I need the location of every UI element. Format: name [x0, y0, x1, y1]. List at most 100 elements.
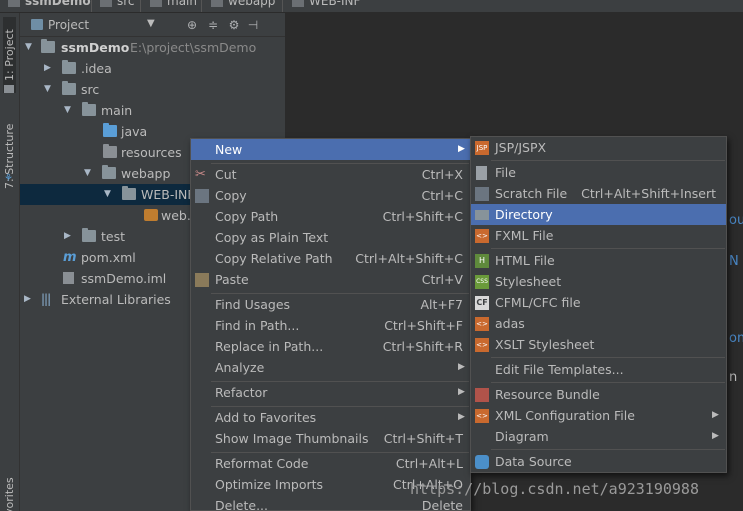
- folder-icon: [292, 0, 304, 7]
- menu-separator: [491, 449, 725, 450]
- context-menu: New ▶ ✂ Cut Ctrl+X Copy Ctrl+C Copy Path…: [190, 138, 471, 511]
- submenu-arrow-icon: ▶: [712, 431, 719, 441]
- submenu-item-directory[interactable]: Directory: [471, 204, 726, 225]
- project-icon: [31, 19, 43, 30]
- menu-item-copy-path[interactable]: Copy Path Ctrl+Shift+C: [191, 206, 470, 227]
- folder-icon: [150, 0, 162, 7]
- jsp-icon: JSP: [475, 141, 489, 155]
- menu-item-refactor[interactable]: Refactor ▶: [191, 382, 470, 403]
- menu-item-paste[interactable]: Paste Ctrl+V: [191, 269, 470, 290]
- menu-separator: [491, 357, 725, 358]
- collapse-icon[interactable]: ≑: [205, 17, 221, 33]
- folder-icon: [62, 81, 76, 95]
- breadcrumb-item-main[interactable]: main: [150, 0, 197, 8]
- copy-icon: [195, 189, 209, 203]
- menu-item-find-usages[interactable]: Find Usages Alt+F7: [191, 294, 470, 315]
- database-icon: [475, 455, 489, 469]
- maven-icon: m: [63, 250, 77, 265]
- panel-title: Project: [48, 18, 90, 32]
- menu-separator: [491, 382, 725, 383]
- submenu-item-edit-file-templates[interactable]: Edit File Templates...: [471, 359, 726, 380]
- collapsed-arrow-icon[interactable]: ▶: [44, 58, 51, 79]
- project-panel-header: Project ▼ ⊕ ≑ ⚙ ⊣: [20, 13, 285, 37]
- submenu-item-diagram[interactable]: Diagram ▶: [471, 426, 726, 447]
- submenu-item-adas[interactable]: <> adas: [471, 313, 726, 334]
- folder-icon: [82, 102, 96, 116]
- menu-item-reformat-code[interactable]: Reformat Code Ctrl+Alt+L: [191, 453, 470, 474]
- expanded-arrow-icon[interactable]: ▼: [64, 100, 71, 121]
- submenu-item-data-source[interactable]: Data Source: [471, 451, 726, 472]
- web-folder-icon: [102, 165, 116, 179]
- breadcrumb-item-ssmdemo[interactable]: ssmDemo: [8, 0, 91, 8]
- submenu-arrow-icon: ▶: [458, 144, 465, 154]
- watermark: https://blog.csdn.net/a923190988: [410, 480, 699, 498]
- submenu-arrow-icon: ▶: [458, 362, 465, 372]
- tab-project[interactable]: 1: Project: [3, 17, 16, 93]
- cfml-icon: CF: [475, 296, 489, 310]
- breadcrumb: ssmDemo src main webapp WEB-INF: [0, 0, 743, 13]
- menu-item-find-in-path[interactable]: Find in Path... Ctrl+Shift+F: [191, 315, 470, 336]
- submenu-item-scratch-file[interactable]: Scratch File Ctrl+Alt+Shift+Insert: [471, 183, 726, 204]
- tree-item-main[interactable]: ▼ main: [20, 100, 285, 121]
- css-icon: CSS: [475, 275, 489, 289]
- folder-icon: [62, 60, 76, 74]
- breadcrumb-item-webapp[interactable]: webapp: [211, 0, 275, 8]
- view-dropdown[interactable]: ▼: [147, 18, 155, 29]
- file-icon: [476, 166, 487, 180]
- expanded-arrow-icon[interactable]: ▼: [104, 184, 111, 205]
- resource-bundle-icon: [475, 388, 489, 402]
- scratch-file-icon: [475, 187, 489, 201]
- fxml-icon: <>: [475, 229, 489, 243]
- menu-item-copy-as-plain-text[interactable]: Copy as Plain Text: [191, 227, 470, 248]
- breadcrumb-item-src[interactable]: src: [100, 0, 135, 8]
- expanded-arrow-icon[interactable]: ▼: [25, 37, 32, 58]
- scissors-icon: ✂: [195, 167, 206, 182]
- tree-item-idea[interactable]: ▶ .idea: [20, 58, 285, 79]
- submenu-item-xslt-stylesheet[interactable]: <> XSLT Stylesheet: [471, 334, 726, 355]
- xml-icon: <>: [475, 409, 489, 423]
- menu-item-analyze[interactable]: Analyze ▶: [191, 357, 470, 378]
- module-folder-icon: [41, 39, 55, 53]
- submenu-item-stylesheet[interactable]: CSS Stylesheet: [471, 271, 726, 292]
- collapsed-arrow-icon[interactable]: ▶: [64, 226, 71, 247]
- menu-item-cut[interactable]: ✂ Cut Ctrl+X: [191, 164, 470, 185]
- menu-item-add-to-favorites[interactable]: Add to Favorites ▶: [191, 407, 470, 428]
- folder-icon: [82, 228, 96, 242]
- menu-item-copy-relative-path[interactable]: Copy Relative Path Ctrl+Alt+Shift+C: [191, 248, 470, 269]
- breadcrumb-separator: [140, 0, 141, 12]
- folder-icon: [122, 186, 136, 200]
- submenu-item-cfml-file[interactable]: CF CFML/CFC file: [471, 292, 726, 313]
- hide-icon[interactable]: ⊣: [245, 17, 261, 33]
- submenu-item-html-file[interactable]: H HTML File: [471, 250, 726, 271]
- folder-icon: [475, 210, 489, 220]
- submenu-arrow-icon: ▶: [712, 410, 719, 420]
- submenu-item-xml-configuration-file[interactable]: <> XML Configuration File ▶: [471, 405, 726, 426]
- breadcrumb-separator: [282, 0, 283, 12]
- tree-item-src[interactable]: ▼ src: [20, 79, 285, 100]
- submenu-item-resource-bundle[interactable]: Resource Bundle: [471, 384, 726, 405]
- folder-icon: [8, 0, 20, 7]
- structure-icon: ⚘: [4, 173, 13, 184]
- menu-separator: [491, 248, 725, 249]
- submenu-item-file[interactable]: File: [471, 162, 726, 183]
- menu-item-new[interactable]: New ▶: [191, 139, 470, 160]
- expanded-arrow-icon[interactable]: ▼: [84, 163, 91, 184]
- settings-icon[interactable]: ⚙: [226, 17, 242, 33]
- tree-item-ssmdemo[interactable]: ▼ ssmDemo E:\project\ssmDemo: [20, 37, 285, 58]
- target-icon[interactable]: ⊕: [184, 17, 200, 33]
- submenu-arrow-icon: ▶: [458, 387, 465, 397]
- menu-item-copy[interactable]: Copy Ctrl+C: [191, 185, 470, 206]
- submenu-item-jsp[interactable]: JSP JSP/JSPX: [471, 137, 726, 158]
- folder-icon: [100, 0, 112, 7]
- html-icon: H: [475, 254, 489, 268]
- tab-favorites[interactable]: vorites: [3, 475, 16, 511]
- breadcrumb-separator: [201, 0, 202, 12]
- expanded-arrow-icon[interactable]: ▼: [44, 79, 51, 100]
- xml-config-icon: [144, 209, 158, 221]
- folder-icon: [211, 0, 223, 7]
- submenu-item-fxml-file[interactable]: <> FXML File: [471, 225, 726, 246]
- collapsed-arrow-icon[interactable]: ▶: [24, 289, 31, 310]
- menu-item-replace-in-path[interactable]: Replace in Path... Ctrl+Shift+R: [191, 336, 470, 357]
- menu-item-show-image-thumbnails[interactable]: Show Image Thumbnails Ctrl+Shift+T: [191, 428, 470, 449]
- breadcrumb-item-web-inf[interactable]: WEB-INF: [292, 0, 360, 8]
